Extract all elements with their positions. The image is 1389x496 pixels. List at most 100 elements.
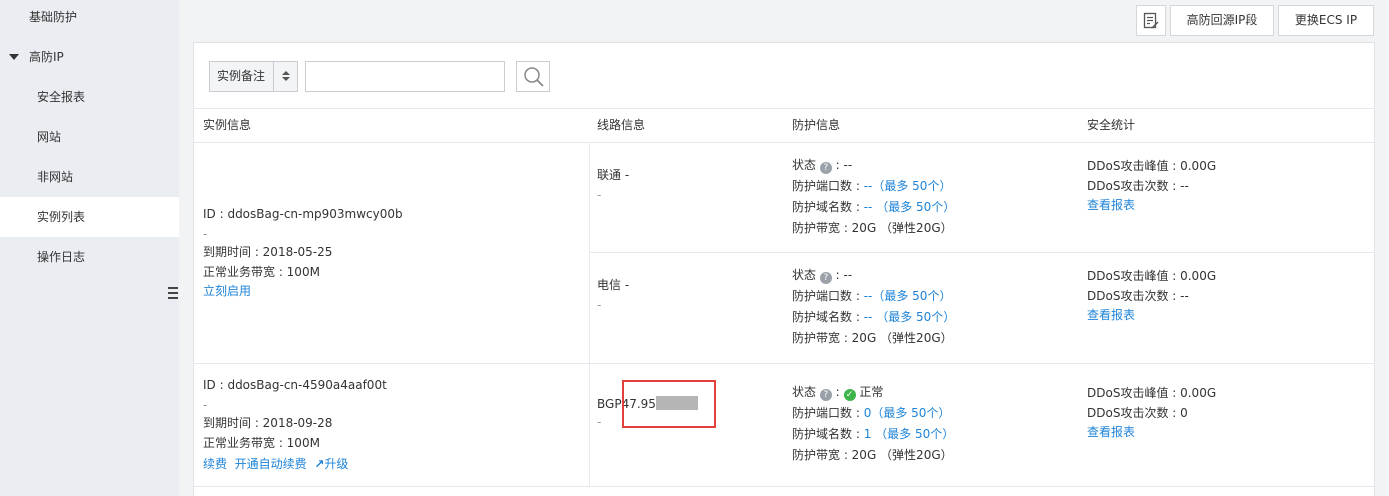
sidebar: 基础防护 高防IP 安全报表 网站 非网站 实例列表 操作日志 [0,0,179,496]
nav-item-non-website[interactable]: 非网站 [0,157,179,197]
status-label: 状态 [792,385,817,399]
filter-select-value: 实例备注 [217,69,266,83]
instance-id: ID : ddosBag-cn-4590a4aaf00t [203,378,387,392]
nav-label: 实例列表 [37,210,86,224]
line-sub: - [597,298,602,312]
table-border [194,142,1374,143]
expire-time: 到期时间 : 2018-05-25 [203,245,333,259]
edit-note-button[interactable] [1136,5,1166,36]
table-border [194,363,1374,364]
change-ecs-ip-button[interactable]: 更换ECS IP [1278,5,1374,36]
nav-group-anti-ddos-ip[interactable]: 高防IP [0,37,179,77]
status-line: 状态 ? : -- [792,265,852,285]
ddos-peak: DDoS攻击峰值 : 0.00G [1087,159,1217,173]
business-bandwidth: 正常业务带宽 : 100M [203,436,320,450]
ddos-count: DDoS攻击次数 : -- [1087,289,1189,303]
search-icon [524,67,544,87]
column-header-instance: 实例信息 [203,118,252,132]
domains-max: （最多 50个） [876,200,956,214]
divider [273,62,274,91]
check-circle-icon: ✓ [843,389,856,401]
expire-time: 到期时间 : 2018-09-28 [203,416,333,430]
nav-group-label: 高防IP [29,50,64,64]
help-icon[interactable]: ? [819,272,832,284]
upgrade-link[interactable]: ↗升级 [314,457,348,471]
table-border [194,108,1374,109]
view-report-link[interactable]: 查看报表 [1087,305,1135,325]
renew-link[interactable]: 续费 [203,457,227,471]
line-name: 电信 - [597,278,630,292]
search-input[interactable] [305,61,505,92]
help-icon[interactable]: ? [819,389,832,401]
status-value: 正常 [859,385,884,399]
status-line: 状态 ? : ✓ 正常 [792,385,884,401]
status-label: 状态 [792,268,817,282]
domains-label: 防护域名数 : [792,200,860,214]
domains-max: （最多 50个） [876,310,956,324]
domains-max: （最多 50个） [875,427,955,441]
domains-value-link[interactable]: -- [864,200,873,214]
nav-item-operation-log[interactable]: 操作日志 [0,237,179,277]
ports-line: 防护端口数 : --（最多 50个） [792,176,951,196]
column-header-statistics: 安全统计 [1087,118,1136,132]
ports-max: （最多 50个） [872,289,952,303]
line-sub: - [597,415,602,429]
sort-updown-icon [282,71,290,83]
line-sub: - [597,188,602,202]
business-bandwidth: 正常业务带宽 : 100M [203,265,320,279]
line-type: BGP [597,397,622,411]
filter-field-select[interactable]: 实例备注 [209,61,298,92]
caret-down-icon [9,54,19,60]
ddos-count: DDoS攻击次数 : 0 [1087,406,1188,420]
instance-id: ID : ddosBag-cn-mp903mwcy00b [203,207,403,221]
enable-now-link[interactable]: 立刻启用 [203,281,251,301]
nav-label: 安全报表 [37,90,86,104]
domains-value-link[interactable]: 1 [864,427,872,441]
ddos-peak: DDoS攻击峰值 : 0.00G [1087,269,1217,283]
ports-max: （最多 50个） [872,179,952,193]
domains-value-link[interactable]: -- [864,310,873,324]
status-value: : -- [835,268,853,282]
nav-item-website[interactable]: 网站 [0,117,179,157]
sidebar-collapse-handle[interactable] [164,270,179,316]
column-header-protection: 防护信息 [792,118,841,132]
anti-ddos-origin-ip-segment-button[interactable]: 高防回源IP段 [1170,5,1274,36]
protection-bandwidth: 防护带宽 : 20G （弹性20G） [792,331,953,345]
nav-item-basic-protection[interactable]: 基础防护 [0,0,179,37]
line-name: 联通 - [597,168,630,182]
help-icon[interactable]: ? [819,162,832,174]
menu-icon [168,287,178,299]
auto-renew-link[interactable]: 开通自动续费 [235,457,307,471]
domains-line: 防护域名数 : -- （最多 50个） [792,197,955,217]
column-header-line: 线路信息 [597,118,646,132]
ports-line: 防护端口数 : --（最多 50个） [792,286,951,306]
nav-label: 非网站 [37,170,74,184]
protection-bandwidth: 防护带宽 : 20G （弹性20G） [792,221,953,235]
view-report-link[interactable]: 查看报表 [1087,195,1135,215]
ports-label: 防护端口数 : [792,406,860,420]
highlight-box [622,380,716,428]
nav-label: 网站 [37,130,62,144]
status-value: : -- [835,158,853,172]
search-button[interactable] [516,61,550,92]
nav-label: 操作日志 [37,250,86,264]
upgrade-arrow-icon: ↗ [314,457,325,471]
status-line: 状态 ? : -- [792,155,852,175]
instance-remark: - [203,227,208,241]
table-border [589,252,1374,253]
table-border [194,486,1374,487]
instance-remark: - [203,398,208,412]
nav-item-security-report[interactable]: 安全报表 [0,77,179,117]
edit-note-icon [1143,12,1159,29]
nav-item-instance-list[interactable]: 实例列表 [0,197,179,237]
status-label: 状态 [792,158,817,172]
nav-label: 基础防护 [29,10,78,24]
domains-label: 防护域名数 : [792,427,860,441]
ports-max: （最多 50个） [871,406,951,420]
ports-label: 防护端口数 : [792,289,860,303]
protection-bandwidth: 防护带宽 : 20G （弹性20G） [792,448,953,462]
table-border [589,142,590,486]
view-report-link[interactable]: 查看报表 [1087,422,1135,442]
domains-line: 防护域名数 : 1 （最多 50个） [792,424,954,444]
ddos-count: DDoS攻击次数 : -- [1087,179,1189,193]
